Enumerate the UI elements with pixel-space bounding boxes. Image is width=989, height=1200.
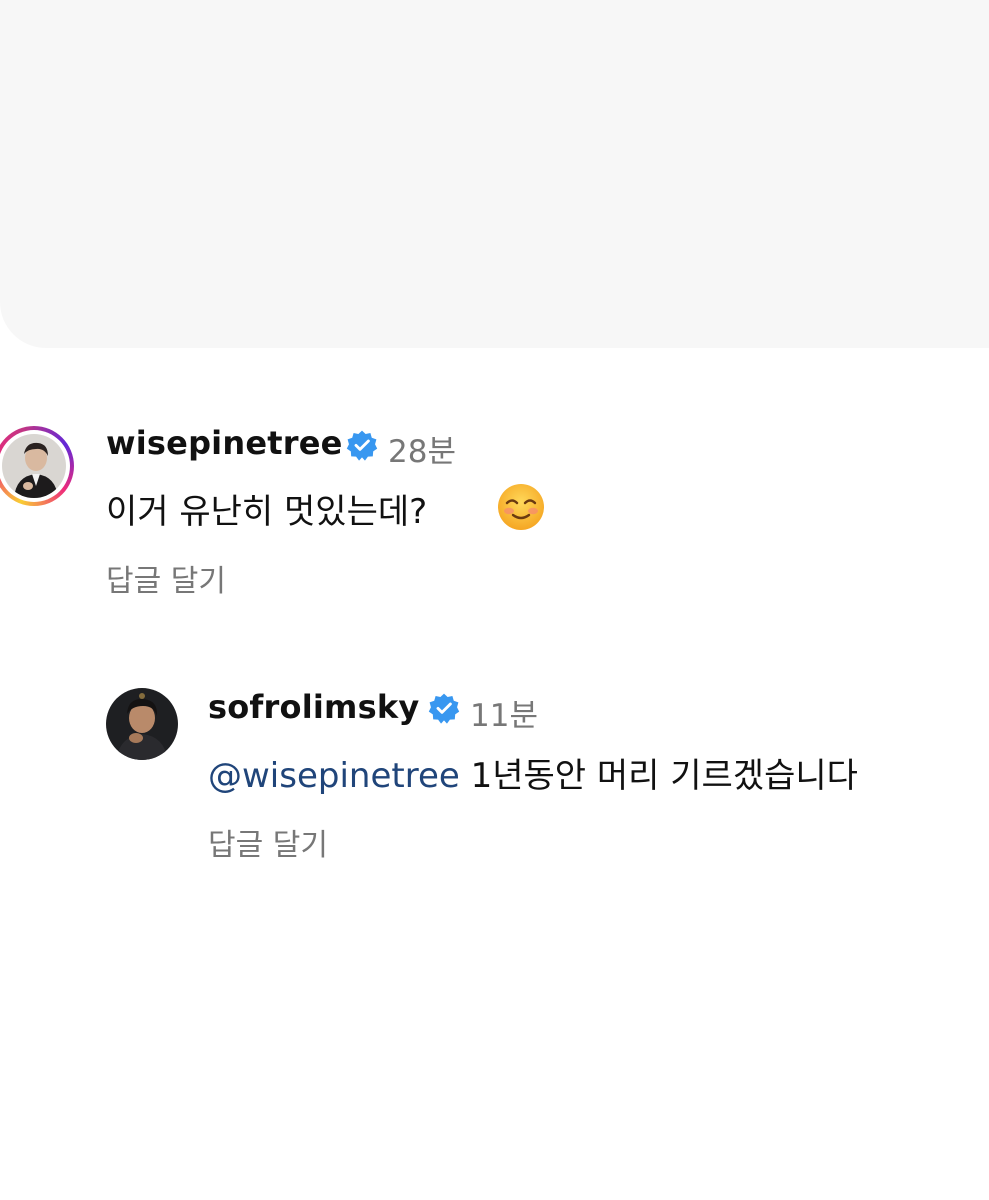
reply-button[interactable]: 답글 달기 [208, 820, 328, 864]
smiling-face-emoji-icon [498, 484, 544, 530]
verified-badge-icon [428, 693, 460, 724]
comment-username[interactable]: wisepinetree [106, 424, 343, 462]
reply-button[interactable]: 답글 달기 [106, 556, 226, 600]
avatar-story-ring[interactable] [0, 426, 74, 506]
reply-timestamp: 11분 [470, 698, 538, 734]
comment-wisepinetree: wisepinetree 28분 이거 유난히 멋있는데? 답글 달기 [0, 0, 989, 640]
reply-username[interactable]: sofrolimsky [208, 688, 419, 726]
verified-badge-icon [346, 430, 378, 461]
avatar [2, 434, 66, 498]
avatar[interactable] [106, 688, 178, 760]
mention-link[interactable]: @wisepinetree [208, 756, 460, 796]
reply-text-content: 1년동안 머리 기르겠습니다 [459, 756, 858, 796]
reply-text: @wisepinetree 1년동안 머리 기르겠습니다 [208, 748, 858, 797]
comment-timestamp: 28분 [388, 434, 456, 470]
comment-sofrolimsky: sofrolimsky 11분 @wisepinetree 1년동안 머리 기르… [0, 640, 989, 880]
comment-text: 이거 유난히 멋있는데? [106, 492, 428, 532]
